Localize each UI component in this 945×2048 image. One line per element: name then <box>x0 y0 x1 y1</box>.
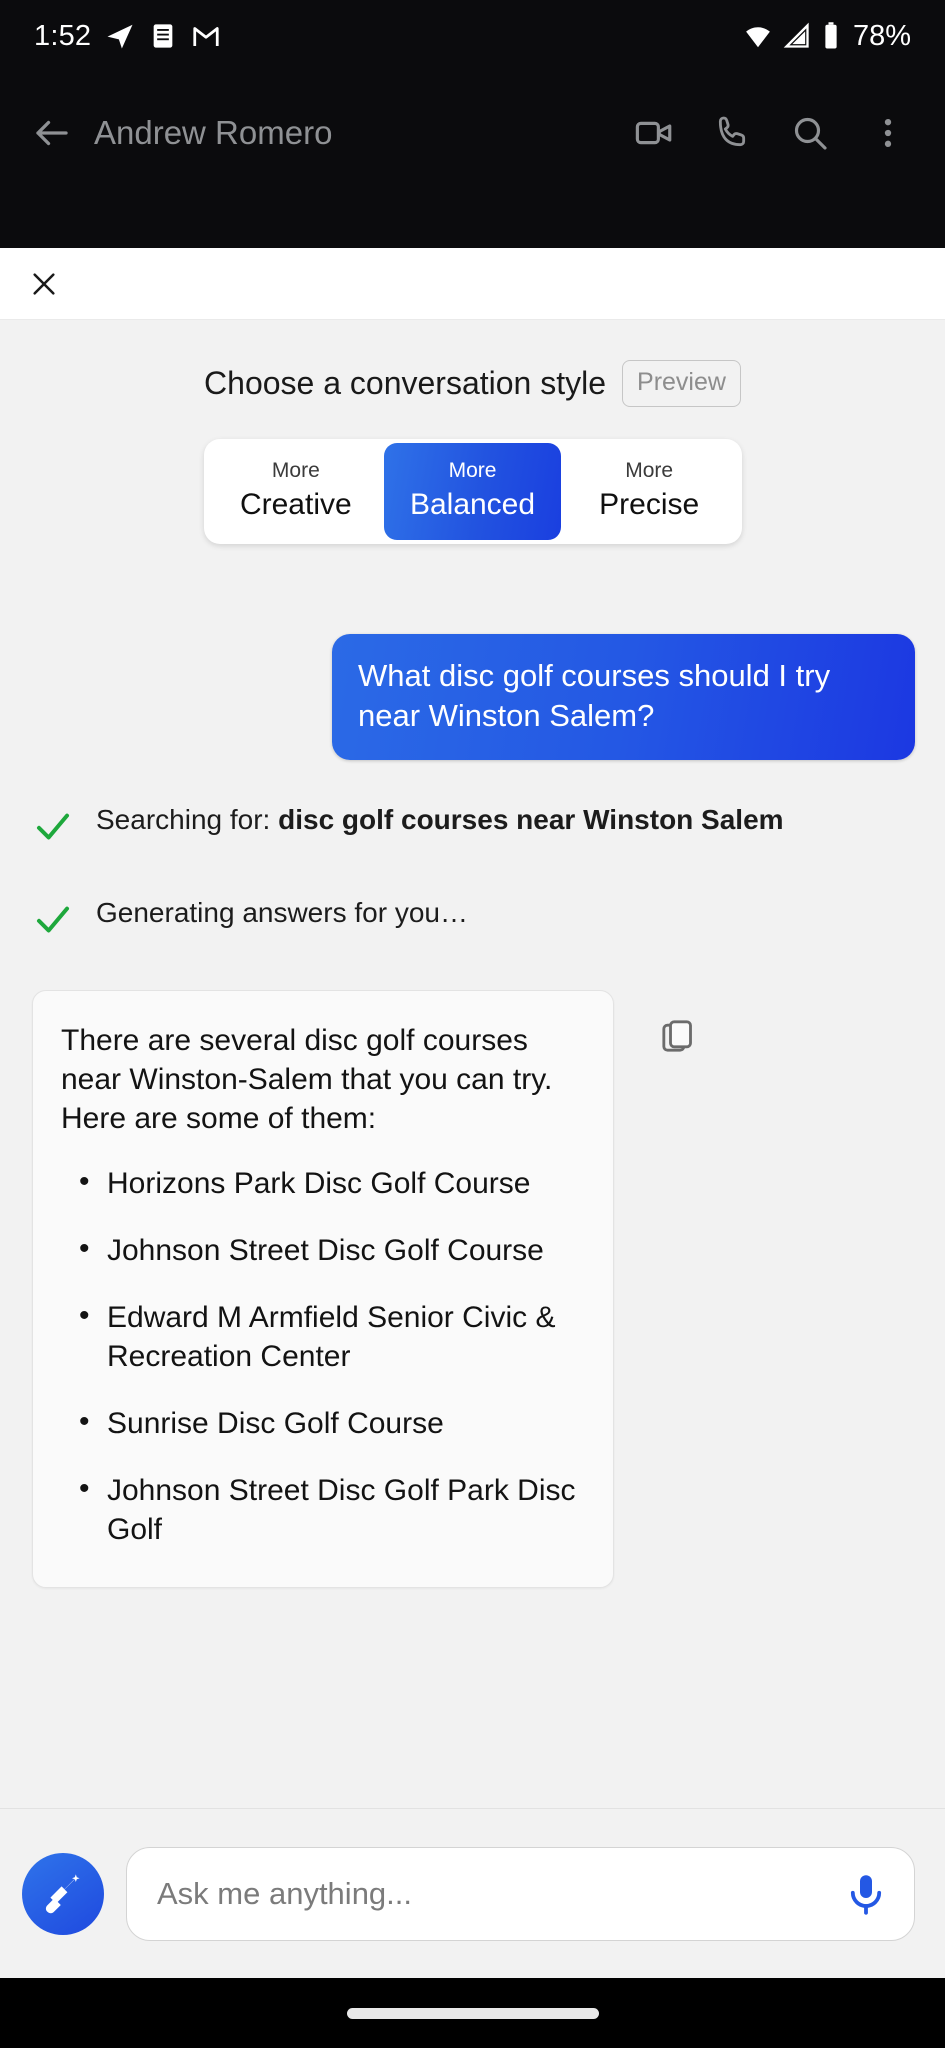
search-icon[interactable] <box>787 110 833 156</box>
home-gesture-pill[interactable] <box>346 2007 599 2019</box>
status-step-prefix: Searching for: <box>96 803 279 835</box>
wifi-icon <box>743 21 773 51</box>
contact-name[interactable]: Andrew Romero <box>94 114 332 152</box>
style-option-prefix: More <box>271 459 320 482</box>
close-icon[interactable] <box>22 262 66 306</box>
style-option-label: Creative <box>239 487 352 521</box>
app-header-region: 1:52 78% Andrew Romero <box>0 0 945 248</box>
answer-row: There are several disc golf courses near… <box>0 948 945 1588</box>
check-icon <box>32 806 74 855</box>
style-option-label: Precise <box>599 487 700 521</box>
style-option-prefix: More <box>625 459 674 482</box>
contact-actions <box>631 110 921 156</box>
copy-icon[interactable] <box>654 1012 702 1060</box>
answer-intro-text: There are several disc golf courses near… <box>61 1023 553 1135</box>
status-clock: 1:52 <box>34 19 92 52</box>
user-message-row: What disc golf courses should I try near… <box>0 544 945 760</box>
message-input-wrapper[interactable]: Ask me anything... <box>126 1846 915 1941</box>
list-item: Sunrise Disc Golf Course <box>79 1402 585 1443</box>
status-step-generating: Generating answers for you… <box>0 897 945 948</box>
gmail-icon <box>191 21 221 51</box>
status-step-text: Searching for: disc golf courses near Wi… <box>96 804 784 836</box>
phone-call-icon[interactable] <box>709 110 755 156</box>
status-bar-left: 1:52 <box>34 20 221 53</box>
telegram-icon <box>105 21 135 51</box>
style-option-creative[interactable]: More Creative <box>208 443 385 540</box>
conversation-panel: Choose a conversation style Preview More… <box>0 320 945 1808</box>
back-arrow-icon[interactable] <box>24 105 80 161</box>
status-step-text: Generating answers for you… <box>96 896 468 928</box>
status-bar-right: 78% <box>743 20 911 53</box>
message-icon <box>149 22 177 50</box>
overflow-menu-icon[interactable] <box>865 110 911 156</box>
style-option-prefix: More <box>448 459 497 482</box>
check-icon <box>32 899 74 948</box>
battery-icon <box>821 21 841 51</box>
answer-card: There are several disc golf courses near… <box>32 989 614 1588</box>
battery-percent: 78% <box>852 19 911 52</box>
overlay-close-bar <box>0 248 945 320</box>
style-option-balanced[interactable]: More Balanced <box>384 443 561 541</box>
list-item: Johnson Street Disc Golf Park Disc Golf <box>79 1469 585 1549</box>
broom-sweep-icon[interactable] <box>22 1852 104 1935</box>
search-input[interactable]: Ask me anything... <box>157 1876 840 1912</box>
conversation-style-switch: More Creative More Balanced More Precise <box>203 439 742 545</box>
android-status-bar: 1:52 78% <box>0 0 945 72</box>
style-option-label: Balanced <box>409 487 536 521</box>
list-item: Horizons Park Disc Golf Course <box>79 1162 585 1203</box>
phone-screen: 1:52 78% Andrew Romero Choose a conversa… <box>0 0 945 2048</box>
system-navigation-bar <box>0 1978 945 2048</box>
signal-icon <box>783 22 811 50</box>
microphone-icon[interactable] <box>840 1868 892 1920</box>
contact-app-bar: Andrew Romero <box>0 85 945 181</box>
list-item: Johnson Street Disc Golf Course <box>79 1229 585 1270</box>
composer-bar: Ask me anything... <box>0 1808 945 1978</box>
conversation-style-header: Choose a conversation style Preview <box>0 320 945 407</box>
user-message-bubble: What disc golf courses should I try near… <box>332 634 915 760</box>
style-picker-title: Choose a conversation style <box>204 365 607 401</box>
status-step-searching: Searching for: disc golf courses near Wi… <box>0 804 945 855</box>
video-call-icon[interactable] <box>631 110 677 156</box>
preview-badge: Preview <box>622 360 741 407</box>
answer-bullet-list: Horizons Park Disc Golf Course Johnson S… <box>61 1162 585 1549</box>
style-option-precise[interactable]: More Precise <box>561 443 738 540</box>
status-step-query: disc golf courses near Winston Salem <box>278 803 784 835</box>
list-item: Edward M Armfield Senior Civic & Recreat… <box>79 1296 585 1376</box>
